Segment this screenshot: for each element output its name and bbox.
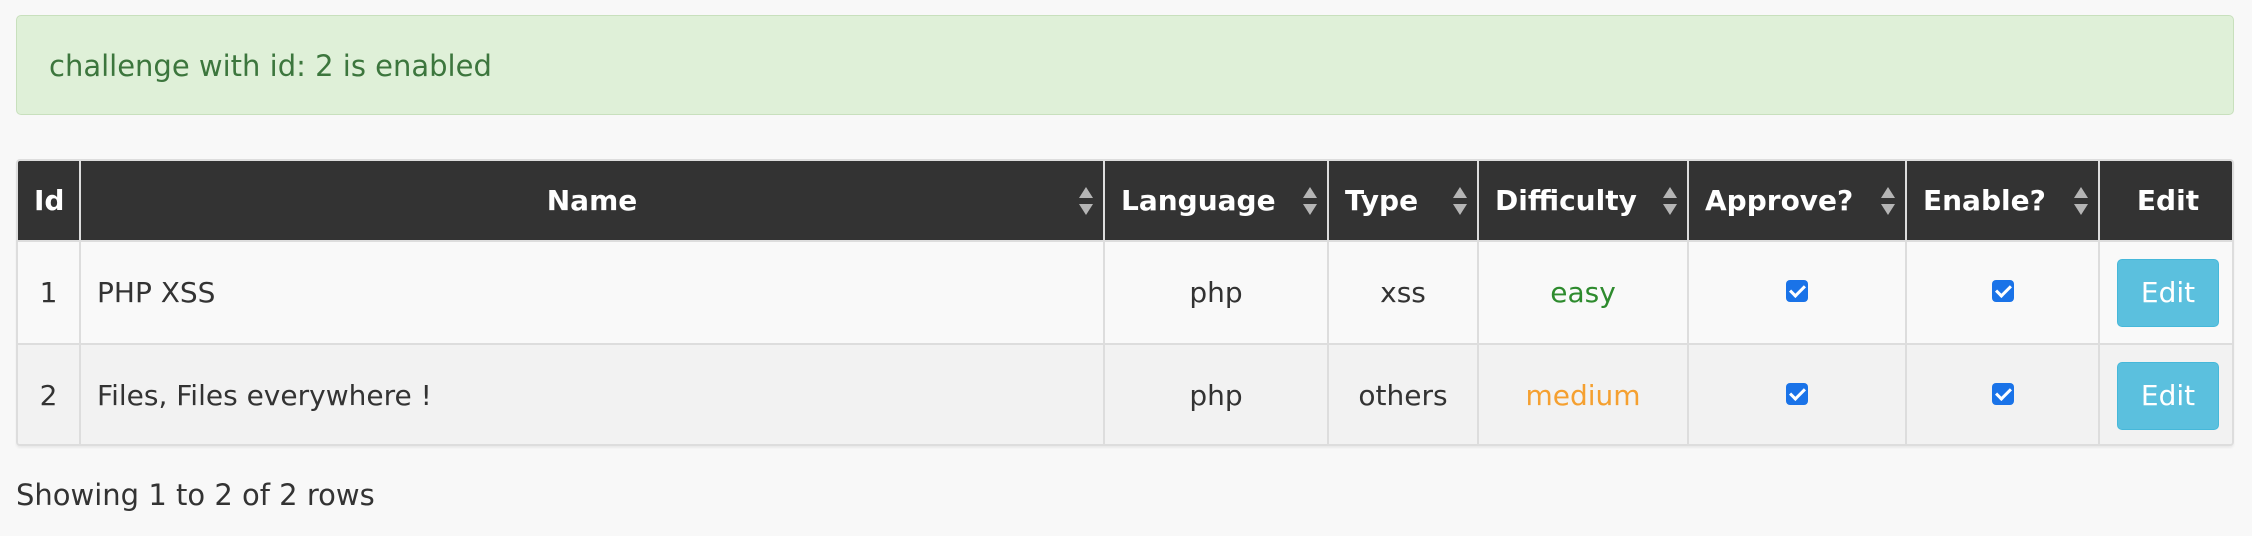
cell-edit: Edit — [2099, 343, 2232, 444]
edit-button[interactable]: Edit — [2117, 258, 2219, 327]
cell-edit: Edit — [2099, 240, 2232, 344]
column-header-type[interactable]: Type — [1328, 161, 1479, 241]
sort-icon — [2074, 186, 2088, 216]
enable-checkbox[interactable] — [1991, 383, 2014, 405]
cell-language: php — [1104, 343, 1329, 444]
sort-icon — [1881, 186, 1895, 216]
table-row: 1 PHP XSS php xss easy Edit — [18, 240, 2232, 344]
cell-difficulty: medium — [1478, 343, 1689, 444]
cell-approve — [1688, 240, 1907, 344]
column-header-edit: Edit — [2099, 161, 2232, 241]
table-header-row: Id Name Language Type Difficulty Approve… — [18, 161, 2232, 241]
approve-checkbox[interactable] — [1786, 383, 1808, 405]
success-alert: challenge with id: 2 is enabled — [16, 15, 2234, 115]
cell-type: others — [1328, 343, 1479, 444]
sort-icon — [1453, 186, 1467, 216]
sort-icon — [1663, 186, 1677, 216]
column-header-enable[interactable]: Enable? — [1906, 161, 2100, 241]
cell-id: 1 — [18, 240, 81, 344]
column-header-difficulty[interactable]: Difficulty — [1478, 161, 1689, 241]
edit-button[interactable]: Edit — [2117, 361, 2219, 430]
pagination-info: Showing 1 to 2 of 2 rows — [16, 478, 375, 512]
cell-id: 2 — [18, 343, 81, 444]
sort-icon — [1079, 186, 1093, 216]
challenges-table-container: Id Name Language Type Difficulty Approve… — [16, 159, 2234, 446]
enable-checkbox[interactable] — [1991, 280, 2014, 302]
column-header-approve[interactable]: Approve? — [1688, 161, 1907, 241]
cell-name: PHP XSS — [80, 240, 1105, 344]
cell-name: Files, Files everywhere ! — [80, 343, 1105, 444]
cell-approve — [1688, 343, 1907, 444]
cell-enable — [1906, 240, 2100, 344]
column-header-name[interactable]: Name — [80, 161, 1105, 241]
alert-message: challenge with id: 2 is enabled — [49, 49, 492, 83]
table-row: 2 Files, Files everywhere ! php others m… — [18, 343, 2232, 444]
column-header-id: Id — [18, 161, 81, 241]
cell-language: php — [1104, 240, 1329, 344]
cell-type: xss — [1328, 240, 1479, 344]
cell-difficulty: easy — [1478, 240, 1689, 344]
column-header-language[interactable]: Language — [1104, 161, 1329, 241]
cell-enable — [1906, 343, 2100, 444]
approve-checkbox[interactable] — [1786, 280, 1808, 302]
challenges-table: Id Name Language Type Difficulty Approve… — [18, 161, 2232, 444]
sort-icon — [1303, 186, 1317, 216]
